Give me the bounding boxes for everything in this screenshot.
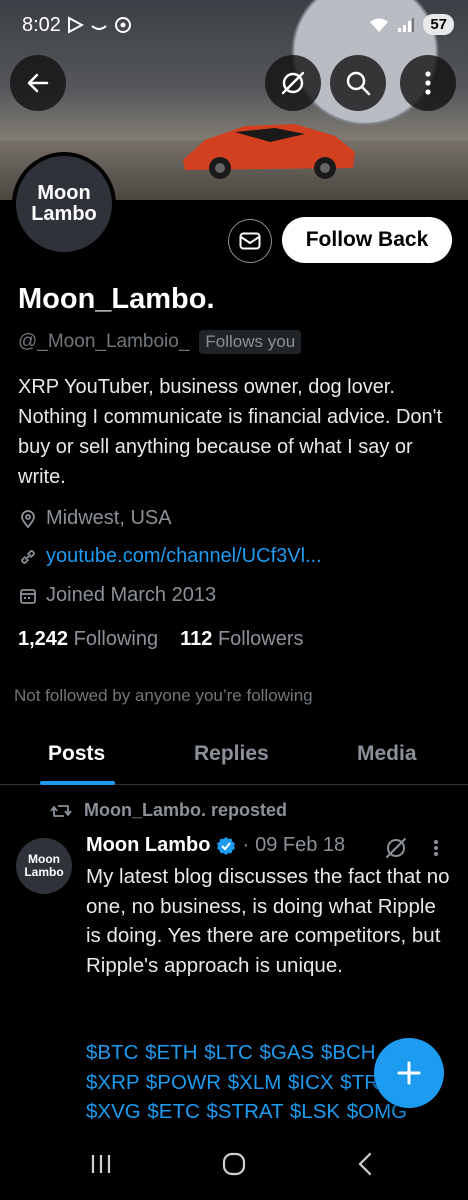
location-text: Midwest, USA: [46, 507, 172, 529]
tab-posts[interactable]: Posts: [48, 742, 105, 766]
post-separator: ·: [242, 834, 250, 856]
display-name: Moon_Lambo.: [18, 283, 215, 315]
dnd-icon: [115, 17, 131, 33]
website-row: youtube.com/channel/UCf3Vl...: [18, 545, 322, 568]
profile-tabs: Posts Replies Media: [0, 730, 468, 785]
play-icon: [68, 16, 84, 34]
not-followed-note: Not followed by anyone you’re following: [14, 686, 313, 705]
avatar-text-line2: Lambo: [31, 203, 97, 225]
grok-icon: [281, 71, 305, 95]
post-avatar-text-line2: Lambo: [24, 865, 64, 879]
link-icon: [91, 25, 107, 30]
back-nav-icon[interactable]: [356, 1152, 374, 1176]
post-more-icon[interactable]: [432, 836, 440, 860]
post-text: My latest blog discusses the fact that n…: [86, 865, 450, 977]
user-handle: @_Moon_Lamboio_: [18, 331, 190, 352]
more-options-button[interactable]: [400, 55, 456, 111]
follow-back-button[interactable]: Follow Back: [282, 217, 452, 263]
followers-label: Followers: [217, 628, 304, 650]
verified-badge-icon: [217, 836, 236, 855]
search-icon: [346, 71, 371, 96]
avatar-logo: Moon Lambo: [16, 156, 112, 252]
post-grok-icon[interactable]: [383, 835, 409, 861]
profile-bio: XRP YouTuber, business owner, dog lover.…: [18, 376, 443, 488]
tab-replies[interactable]: Replies: [194, 742, 269, 766]
compose-button[interactable]: [374, 1038, 444, 1108]
repost-label: Moon_Lambo. reposted: [84, 800, 288, 820]
mail-icon: [239, 232, 261, 250]
back-icon: [27, 73, 49, 93]
post-avatar[interactable]: Moon Lambo: [16, 838, 72, 894]
wifi-icon: [370, 18, 389, 32]
handle-row: @_Moon_Lamboio_ Follows you: [18, 330, 302, 354]
home-icon[interactable]: [222, 1152, 246, 1176]
back-button[interactable]: [10, 55, 66, 111]
status-notification-icons: [66, 16, 132, 34]
recent-apps-icon[interactable]: [90, 1152, 112, 1176]
post-author[interactable]: Moon Lambo: [86, 834, 210, 857]
link-icon: [21, 549, 35, 564]
signal-icon: [398, 17, 415, 32]
battery-icon: 57: [423, 14, 454, 35]
profile-avatar[interactable]: Moon Lambo: [12, 152, 116, 256]
tab-media[interactable]: Media: [357, 742, 417, 766]
website-link[interactable]: youtube.com/channel/UCf3Vl...: [46, 545, 322, 568]
car-image: [183, 124, 355, 179]
follows-you-badge: Follows you: [199, 330, 302, 354]
following-count: 1,242: [18, 628, 69, 650]
calendar-icon: [20, 588, 36, 604]
system-navigation-bar: [0, 1128, 468, 1200]
more-vertical-icon: [425, 71, 431, 95]
follow-counts: 1,242 Following 112 Followers: [18, 628, 304, 651]
status-system-icons: 57: [369, 14, 454, 35]
avatar-text-line1: Moon: [37, 182, 91, 204]
repost-icon: [50, 804, 72, 817]
status-time: 8:02: [22, 14, 61, 36]
following-label: Following: [73, 628, 159, 650]
message-button[interactable]: [228, 219, 272, 263]
joined-row: Joined March 2013: [18, 584, 216, 607]
location-row: Midwest, USA: [18, 507, 172, 530]
plus-icon: [397, 1061, 421, 1085]
followers-count-link[interactable]: 112 Followers: [180, 628, 303, 651]
grok-button[interactable]: [265, 55, 321, 111]
post-date: 09 Feb 18: [255, 834, 346, 856]
search-button[interactable]: [330, 55, 386, 111]
status-bar: 8:02 57: [0, 0, 468, 52]
repost-indicator: Moon_Lambo. reposted: [50, 800, 287, 821]
active-tab-indicator: [40, 781, 115, 785]
following-count-link[interactable]: 1,242 Following: [18, 628, 158, 651]
post-header: Moon Lambo · 09 Feb 18: [86, 834, 345, 857]
location-pin-icon: [21, 509, 35, 528]
joined-text: Joined March 2013: [46, 584, 217, 606]
followers-count: 112: [180, 628, 213, 650]
